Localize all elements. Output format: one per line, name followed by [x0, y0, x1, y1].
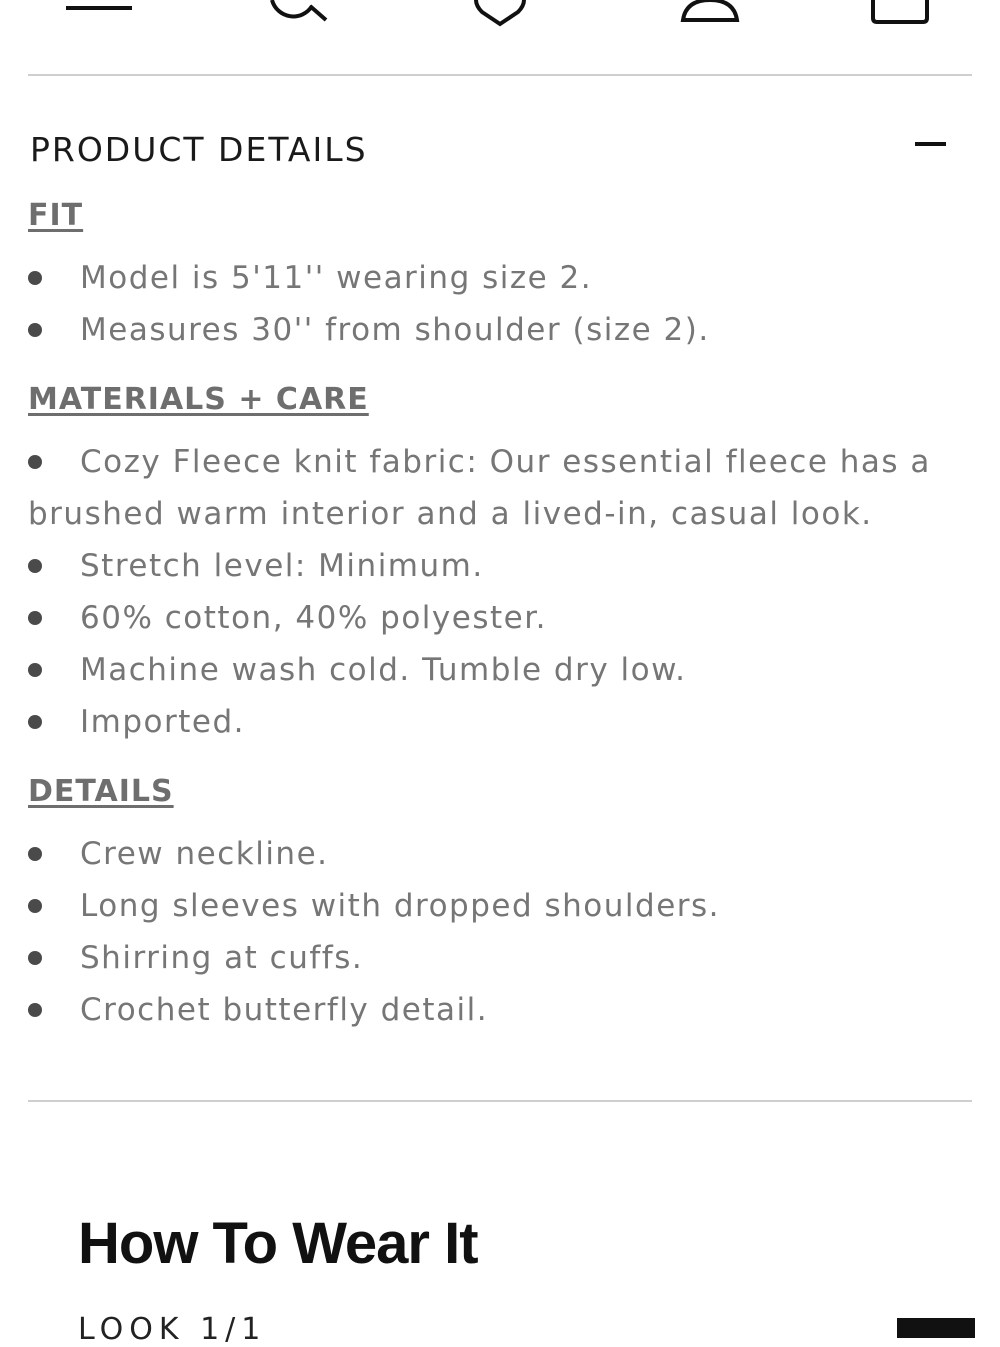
bullet-icon — [28, 1003, 42, 1017]
top-nav — [0, 0, 1000, 74]
collapse-button[interactable] — [914, 128, 946, 160]
product-details-title[interactable]: PRODUCT DETAILS — [30, 130, 368, 169]
bullet-icon — [28, 271, 42, 285]
bullet-icon — [28, 323, 42, 337]
bullet-icon — [28, 899, 42, 913]
divider — [28, 1100, 972, 1102]
fit-heading[interactable]: FIT — [28, 198, 83, 233]
heart-icon[interactable] — [474, 0, 528, 28]
look-nav-button[interactable] — [897, 1318, 975, 1338]
details-heading[interactable]: DETAILS — [28, 774, 174, 809]
bag-icon[interactable] — [870, 0, 934, 26]
bullet-icon — [28, 559, 42, 573]
list-item: Cozy Fleece knit fabric: Our essential f… — [28, 444, 931, 532]
bullet-icon — [28, 663, 42, 677]
how-to-wear-title: How To Wear It — [78, 1211, 479, 1276]
account-icon[interactable] — [680, 0, 744, 26]
bullet-icon — [28, 847, 42, 861]
materials-care-heading[interactable]: MATERIALS + CARE — [28, 382, 369, 417]
bullet-icon — [28, 611, 42, 625]
minus-icon — [915, 142, 946, 146]
divider — [28, 74, 972, 76]
menu-icon[interactable] — [66, 0, 134, 14]
bullet-icon — [28, 951, 42, 965]
search-icon[interactable] — [270, 0, 332, 24]
bullet-icon — [28, 455, 42, 469]
look-counter: LOOK 1/1 — [78, 1312, 267, 1347]
bullet-icon — [28, 715, 42, 729]
